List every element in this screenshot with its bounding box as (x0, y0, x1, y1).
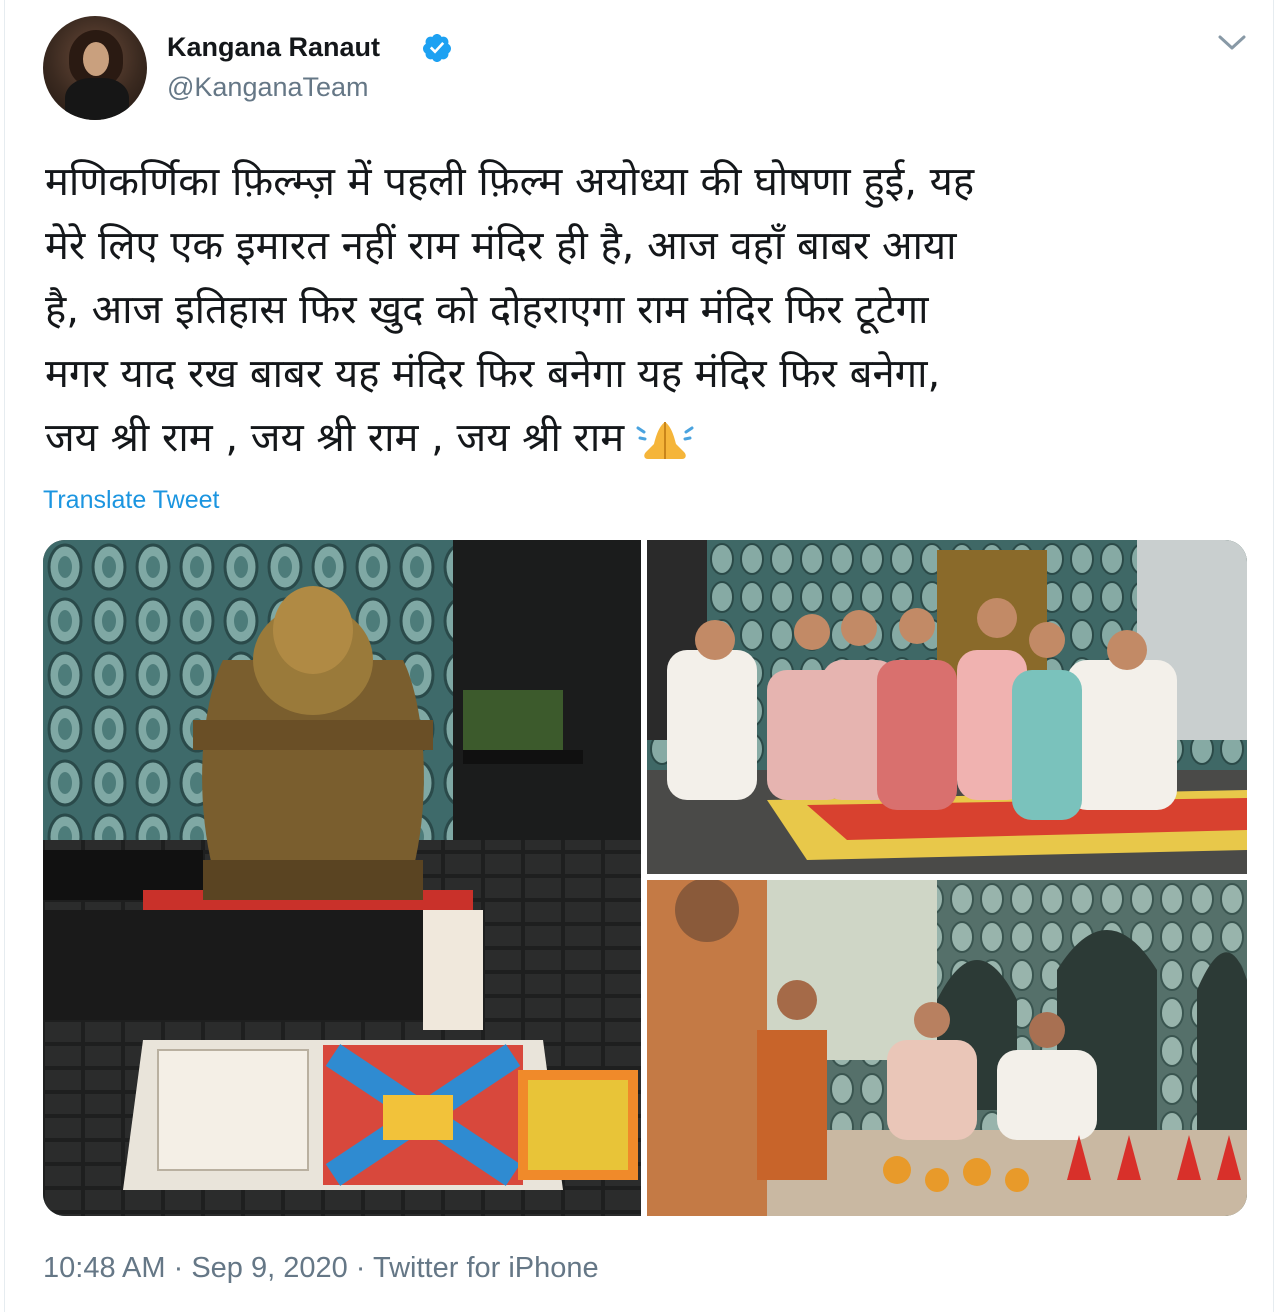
avatar-face (83, 42, 109, 76)
meta-separator: · (347, 1252, 373, 1284)
photo-idol-shrine[interactable] (43, 540, 641, 1216)
tweet-line: मेरे लिए एक इमारत नहीं राम मंदिर ही है, … (45, 223, 957, 269)
author-name[interactable]: Kangana Ranaut (167, 32, 380, 63)
author-handle[interactable]: @KanganaTeam (167, 72, 369, 103)
tweet-meta: 10:48 AM · Sep 9, 2020 · Twitter for iPh… (43, 1252, 599, 1285)
tweet-card: Kangana Ranaut @KanganaTeam मणिकर्णिका फ… (4, 0, 1274, 1312)
verified-badge-icon (422, 34, 451, 62)
avatar-body (65, 78, 129, 120)
tweet-time[interactable]: 10:48 AM (43, 1252, 166, 1284)
tweet-date[interactable]: Sep 9, 2020 (191, 1252, 347, 1284)
chevron-down-icon[interactable] (1215, 30, 1249, 56)
photo-puja-ceremony[interactable] (647, 880, 1247, 1216)
photo-group-seated[interactable] (647, 540, 1247, 874)
folded-hands-emoji (636, 422, 694, 459)
tweet-line: मणिकर्णिका फ़िल्म्ज़ में पहली फ़िल्म अयो… (45, 159, 975, 205)
avatar[interactable] (43, 16, 147, 120)
tweet-media-grid (43, 540, 1247, 1216)
tweet-source[interactable]: Twitter for iPhone (373, 1252, 599, 1284)
meta-separator: · (165, 1252, 192, 1284)
translate-tweet-link[interactable]: Translate Tweet (43, 486, 219, 515)
tweet-line: जय श्री राम , जय श्री राम , जय श्री राम (45, 415, 625, 461)
tweet-text: मणिकर्णिका फ़िल्म्ज़ में पहली फ़िल्म अयो… (45, 150, 1255, 470)
tweet-line: मगर याद रख बाबर यह मंदिर फिर बनेगा यह मं… (45, 351, 941, 397)
tweet-line-last: जय श्री राम , जय श्री राम , जय श्री राम (45, 406, 1255, 470)
tweet-line: है, आज इतिहास फिर खुद को दोहराएगा राम मं… (45, 287, 929, 333)
